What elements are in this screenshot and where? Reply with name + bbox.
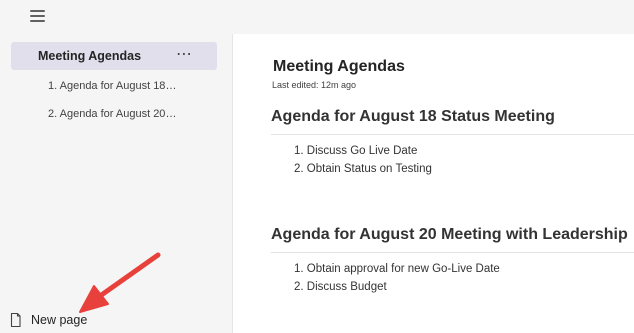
page-content: Meeting Agendas Last edited: 12m ago Age… bbox=[233, 34, 634, 333]
top-bar bbox=[0, 0, 634, 34]
sidebar-item-meeting-agendas[interactable]: Meeting Agendas ⋯ bbox=[11, 42, 217, 70]
last-edited-text: Last edited: 12m ago bbox=[272, 80, 357, 90]
more-options-icon[interactable]: ⋯ bbox=[176, 44, 193, 64]
page-title: Meeting Agendas bbox=[273, 58, 405, 75]
list-item[interactable]: 1. Obtain approval for new Go-Live Date bbox=[294, 263, 500, 275]
hamburger-menu-icon[interactable] bbox=[30, 9, 46, 23]
new-page-icon bbox=[10, 312, 21, 328]
section-divider bbox=[271, 134, 634, 135]
section-heading-2[interactable]: Agenda for August 20 Meeting with Leader… bbox=[271, 226, 628, 244]
list-item[interactable]: 1. Discuss Go Live Date bbox=[294, 145, 417, 157]
sidebar-page-item-1[interactable]: 1. Agenda for August 18 Status Meeting bbox=[48, 80, 178, 92]
section-heading-1[interactable]: Agenda for August 18 Status Meeting bbox=[271, 108, 555, 126]
list-item[interactable]: 2. Discuss Budget bbox=[294, 281, 387, 293]
sidebar-section-title: Meeting Agendas bbox=[38, 49, 142, 63]
section-divider bbox=[271, 252, 634, 253]
red-arrow-annotation bbox=[79, 252, 161, 313]
list-item[interactable]: 2. Obtain Status on Testing bbox=[294, 163, 432, 175]
sidebar-page-item-2[interactable]: 2. Agenda for August 20 Meeting with Lea… bbox=[48, 108, 178, 120]
